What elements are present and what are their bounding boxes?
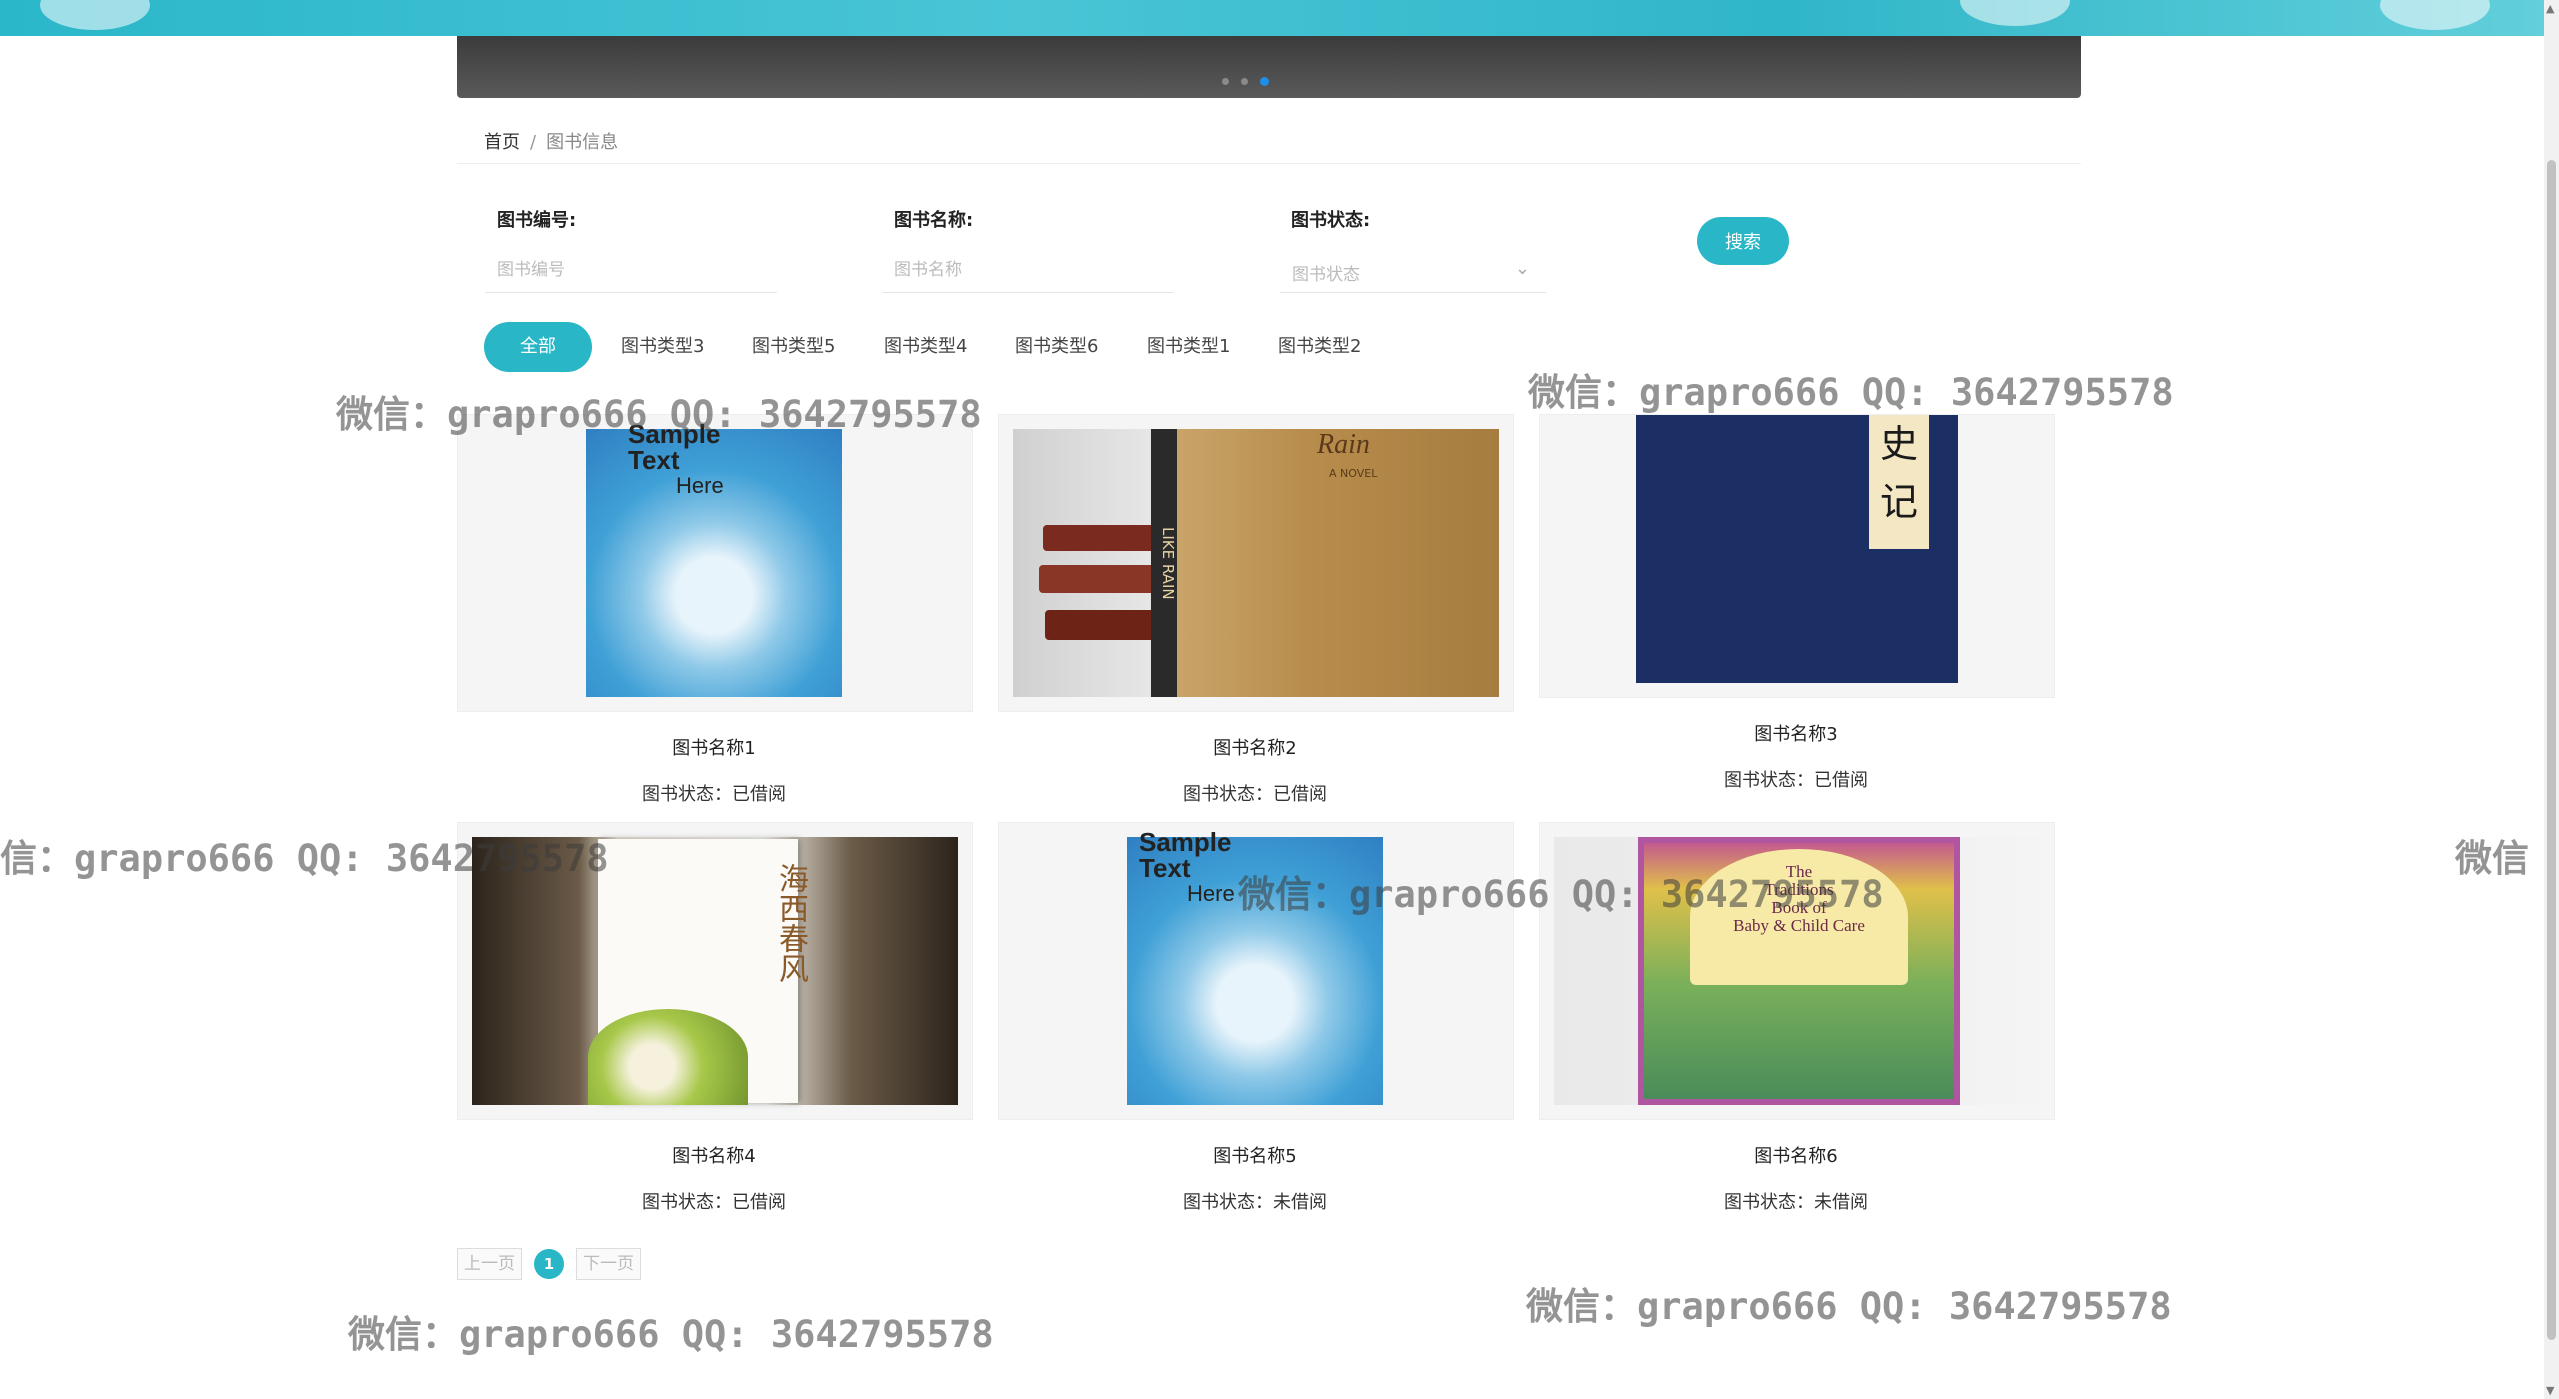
cover-spine-text: LIKE RAIN: [1151, 429, 1177, 697]
cover-subtitle: A NOVEL: [1329, 467, 1378, 480]
book-title[interactable]: 图书名称1: [457, 734, 971, 760]
watermark: 微信：grapro666 QQ: 3642795578: [336, 393, 982, 436]
book-card[interactable]: LIKE RAIN Rain A NOVEL 图书名称2 图书状态：已借阅: [998, 414, 1514, 806]
book-status: 图书状态：已借阅: [1183, 784, 1327, 805]
watermark: 微信：grapro666 QQ: 3642795578: [348, 1313, 994, 1356]
book-status: 图书状态：已借阅: [642, 1192, 786, 1213]
page-number-current[interactable]: 1: [534, 1249, 564, 1279]
book-no-input[interactable]: [485, 248, 777, 293]
book-title[interactable]: 图书名称3: [1539, 720, 2053, 746]
scrollbar[interactable]: ▲ ▼: [2544, 0, 2559, 1399]
search-button[interactable]: 搜索: [1697, 217, 1789, 265]
cover-title: 史记: [1869, 415, 1929, 549]
carousel-banner: [457, 36, 2081, 98]
category-all[interactable]: 全部: [484, 322, 592, 372]
book-no-label: 图书编号:: [497, 210, 577, 231]
category-type2[interactable]: 图书类型2: [1278, 322, 1361, 372]
book-title[interactable]: 图书名称4: [457, 1142, 971, 1168]
category-type3[interactable]: 图书类型3: [621, 322, 704, 372]
carousel-dot-active[interactable]: [1260, 77, 1269, 86]
book-status: 图书状态：未借阅: [1183, 1192, 1327, 1213]
carousel-indicators[interactable]: [1222, 77, 1269, 86]
book-status-placeholder: 图书状态: [1292, 265, 1360, 285]
chevron-down-icon: ⌄: [1514, 258, 1530, 279]
divider: [457, 163, 2081, 164]
book-status: 图书状态：已借阅: [1724, 770, 1868, 791]
breadcrumb-separator: /: [530, 132, 537, 153]
scrollbar-thumb[interactable]: [2547, 160, 2556, 1340]
book-title[interactable]: 图书名称6: [1539, 1142, 2053, 1168]
book-card[interactable]: 史记 图书名称3 图书状态：已借阅: [1539, 414, 2055, 792]
book-title[interactable]: 图书名称5: [998, 1142, 1512, 1168]
book-status: 图书状态：已借阅: [642, 784, 786, 805]
breadcrumb: 首页 / 图书信息: [484, 128, 618, 154]
watermark: 微信：grapro666 QQ: 3642795578: [1528, 371, 2174, 414]
category-type6[interactable]: 图书类型6: [1015, 322, 1098, 372]
book-card[interactable]: Sample Text Here 图书名称1 图书状态：已借阅: [457, 414, 973, 806]
category-type4[interactable]: 图书类型4: [884, 322, 967, 372]
book-status: 图书状态：未借阅: [1724, 1192, 1868, 1213]
category-type5[interactable]: 图书类型5: [752, 322, 835, 372]
next-page-button[interactable]: 下一页: [576, 1248, 641, 1280]
watermark: 微信：grapro666 QQ: 3642795578: [1238, 873, 1884, 916]
scroll-down-icon[interactable]: ▼: [2546, 1384, 2554, 1397]
book-name-input[interactable]: [882, 248, 1174, 293]
book-cover[interactable]: Sample Text Here: [457, 414, 973, 712]
pagination: 上一页 1 下一页: [457, 1248, 641, 1280]
category-type1[interactable]: 图书类型1: [1147, 322, 1230, 372]
breadcrumb-home[interactable]: 首页: [484, 132, 520, 153]
cover-title: 海西春风: [773, 863, 808, 983]
book-status-label: 图书状态:: [1291, 210, 1371, 231]
book-name-label: 图书名称:: [894, 210, 974, 231]
book-cover[interactable]: 史记: [1539, 414, 2055, 698]
watermark: 微信：grapro666 QQ: 3642795578: [1526, 1285, 2172, 1328]
carousel-dot[interactable]: [1222, 78, 1229, 85]
prev-page-button[interactable]: 上一页: [457, 1248, 522, 1280]
cover-title: Rain: [1317, 429, 1370, 460]
cover-text: Sample Text Here: [1139, 827, 1235, 906]
book-title[interactable]: 图书名称2: [998, 734, 1512, 760]
scroll-up-icon[interactable]: ▲: [2546, 2, 2554, 15]
watermark: 信：grapro666 QQ: 3642795578: [0, 837, 609, 880]
header-banner-strip: [0, 0, 2544, 36]
watermark: 微信: [2455, 837, 2529, 880]
book-status-select[interactable]: 图书状态 ⌄: [1280, 248, 1546, 293]
breadcrumb-current: 图书信息: [546, 132, 619, 153]
carousel-dot[interactable]: [1241, 78, 1248, 85]
book-cover[interactable]: LIKE RAIN Rain A NOVEL: [998, 414, 1514, 712]
